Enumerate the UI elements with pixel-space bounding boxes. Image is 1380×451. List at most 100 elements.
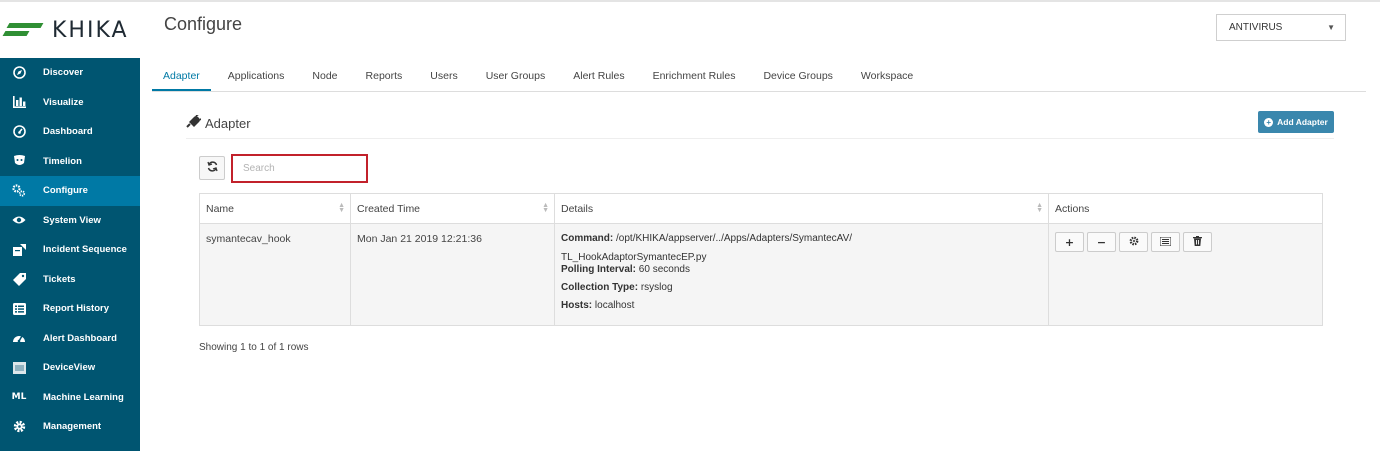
refresh-button[interactable] — [199, 156, 225, 180]
chevron-down-icon: ▼ — [1327, 23, 1335, 32]
sidebar-item-label: DeviceView — [43, 362, 96, 374]
sidebar-item-discover[interactable]: Discover — [0, 58, 140, 88]
section-title: Adapter — [186, 113, 251, 131]
sidebar-item-label: Incident Sequence — [43, 244, 127, 256]
sidebar-item-machine-learning[interactable]: ML Machine Learning — [0, 383, 140, 413]
sort-icon: ▲ ▼ — [1036, 202, 1043, 214]
column-header-label: Details — [561, 203, 594, 215]
expand-button[interactable]: + — [1055, 232, 1084, 252]
tab-workspace[interactable]: Workspace — [850, 60, 924, 91]
details-button[interactable] — [1151, 232, 1180, 252]
collapse-button[interactable]: − — [1087, 232, 1116, 252]
gear-icon — [12, 420, 26, 434]
sidebar-item-label: Report History — [43, 303, 109, 315]
tab-adapter[interactable]: Adapter — [152, 60, 211, 91]
eye-icon — [12, 213, 26, 227]
detail-label: Command: — [561, 233, 614, 244]
ml-text-icon: ML — [11, 392, 27, 403]
list-icon — [12, 302, 26, 316]
search-input[interactable] — [231, 154, 368, 183]
detail-value: localhost — [594, 300, 635, 311]
minus-icon: − — [1096, 235, 1107, 249]
tab-users[interactable]: Users — [419, 60, 468, 91]
section-title-text: Adapter — [205, 115, 251, 131]
config-tabs: Adapter Applications Node Reports Users … — [152, 60, 1366, 92]
gear-icon — [1129, 236, 1139, 249]
sidebar-item-label: Visualize — [43, 96, 84, 108]
column-header-name[interactable]: Name ▲ ▼ — [200, 194, 351, 223]
settings-button[interactable] — [1119, 232, 1148, 252]
sidebar: Discover Visualize Dashboard Timelion Co… — [0, 58, 140, 451]
detail-command-cont: TL_HookAdaptorSymantecEP.py — [561, 252, 707, 263]
detail-hosts: Hosts: localhost — [561, 300, 1042, 312]
table-row: symantecav_hook Mon Jan 21 2019 12:21:36… — [200, 224, 1322, 325]
shield-icon — [12, 154, 26, 168]
trash-icon — [1193, 235, 1202, 249]
sidebar-item-report-history[interactable]: Report History — [0, 294, 140, 324]
compass-icon — [12, 66, 26, 80]
plus-circle-icon: + — [1264, 117, 1274, 127]
column-header-label: Name — [206, 203, 235, 215]
sidebar-item-system-view[interactable]: System View — [0, 206, 140, 236]
sidebar-item-configure[interactable]: Configure — [0, 176, 140, 206]
sidebar-item-label: Tickets — [43, 273, 76, 285]
tab-device-groups[interactable]: Device Groups — [752, 60, 843, 91]
column-header-actions: Actions — [1049, 194, 1322, 223]
bar-chart-icon — [12, 95, 26, 109]
sidebar-item-label: System View — [43, 214, 101, 226]
khika-logo-mark-icon — [2, 21, 44, 39]
sort-icon: ▲ ▼ — [542, 202, 549, 214]
sidebar-item-timelion[interactable]: Timelion — [0, 147, 140, 177]
plug-icon — [186, 113, 203, 131]
logo[interactable]: KHIKA — [0, 2, 140, 58]
cell-actions: + − — [1049, 224, 1322, 325]
list-details-icon — [1159, 236, 1172, 249]
tab-alert-rules[interactable]: Alert Rules — [562, 60, 635, 91]
device-icon — [12, 361, 26, 375]
detail-command: Command: /opt/KHIKA/appserver/../Apps/Ad… — [561, 233, 1042, 245]
sidebar-item-deviceview[interactable]: DeviceView — [0, 353, 140, 383]
tab-applications[interactable]: Applications — [217, 60, 296, 91]
adapter-table: Name ▲ ▼ Created Time ▲ ▼ Details ▲ ▼ Actio… — [199, 193, 1323, 326]
detail-collection: Collection Type: rsyslog — [561, 282, 1042, 294]
sidebar-item-incident-sequence[interactable]: Incident Sequence — [0, 235, 140, 265]
gauge-icon — [12, 125, 26, 139]
tab-enrichment-rules[interactable]: Enrichment Rules — [642, 60, 747, 91]
detail-value: rsyslog — [640, 282, 673, 293]
detail-label: Polling Interval: — [561, 264, 637, 275]
cell-name: symantecav_hook — [200, 224, 351, 325]
tab-user-groups[interactable]: User Groups — [475, 60, 557, 91]
add-adapter-label: Add Adapter — [1277, 117, 1328, 127]
tab-node[interactable]: Node — [301, 60, 348, 91]
sidebar-item-dashboard[interactable]: Dashboard — [0, 117, 140, 147]
sort-icon: ▲ ▼ — [338, 202, 345, 214]
detail-value: /opt/KHIKA/appserver/../Apps/Adapters/Sy… — [616, 233, 853, 244]
detail-label: Collection Type: — [561, 282, 639, 293]
detail-value: 60 seconds — [638, 264, 690, 275]
sidebar-item-visualize[interactable]: Visualize — [0, 88, 140, 118]
sidebar-item-label: Management — [43, 421, 102, 433]
cogs-icon — [12, 184, 26, 198]
action-buttons: + − — [1055, 232, 1316, 252]
column-header-label: Created Time — [357, 203, 421, 215]
add-adapter-button[interactable]: + Add Adapter — [1258, 111, 1334, 133]
detail-label: Hosts: — [561, 300, 593, 311]
refresh-icon — [206, 161, 218, 175]
module-select-value: ANTIVIRUS — [1229, 22, 1283, 33]
column-header-details[interactable]: Details ▲ ▼ — [555, 194, 1049, 223]
tab-reports[interactable]: Reports — [355, 60, 414, 91]
delete-button[interactable] — [1183, 232, 1212, 252]
sidebar-item-management[interactable]: Management — [0, 412, 140, 442]
sidebar-item-label: Discover — [43, 67, 84, 79]
sidebar-item-alert-dashboard[interactable]: Alert Dashboard — [0, 324, 140, 354]
sidebar-item-tickets[interactable]: Tickets — [0, 265, 140, 295]
column-header-created-time[interactable]: Created Time ▲ ▼ — [351, 194, 555, 223]
incident-icon — [12, 243, 26, 257]
sidebar-item-label: Machine Learning — [43, 391, 124, 403]
alert-gauge-icon — [12, 331, 26, 345]
module-select[interactable]: ANTIVIRUS ▼ — [1216, 14, 1346, 41]
row-count: Showing 1 to 1 of 1 rows — [199, 342, 309, 353]
top-border — [0, 0, 1380, 2]
cell-created-time: Mon Jan 21 2019 12:21:36 — [351, 224, 555, 325]
sidebar-item-label: Configure — [43, 185, 88, 197]
